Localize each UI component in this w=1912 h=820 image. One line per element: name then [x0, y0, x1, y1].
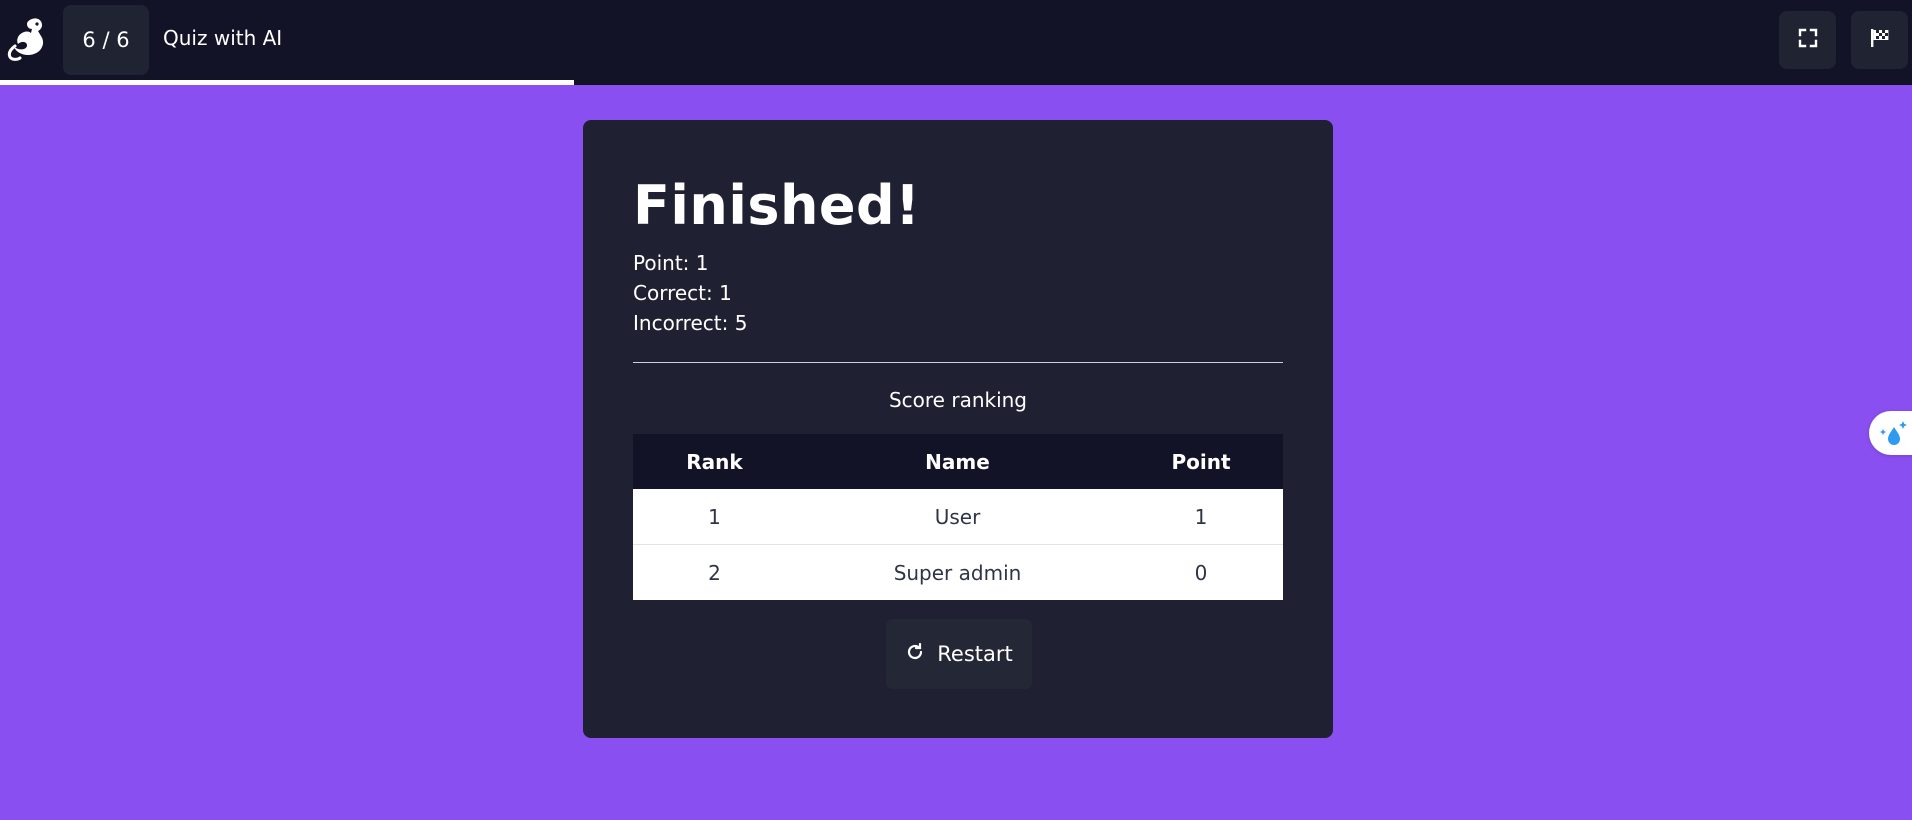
finish-button[interactable] [1851, 11, 1908, 69]
water-drop-sparkle-icon [1880, 421, 1907, 445]
quiz-progress-bar [0, 80, 1912, 85]
point-cell: 0 [1119, 544, 1283, 600]
restart-arrow-icon [905, 642, 925, 667]
table-row: 2 Super admin 0 [633, 544, 1283, 600]
correct-stat: Correct: 1 [633, 281, 732, 305]
name-cell: User [796, 489, 1119, 545]
question-counter: 6 / 6 [63, 5, 149, 75]
divider [633, 362, 1283, 363]
top-bar: 6 / 6 Quiz with AI [0, 0, 1912, 85]
fullscreen-icon [1798, 28, 1818, 52]
column-header-name: Name [796, 434, 1119, 489]
ranking-header-row: Rank Name Point [633, 434, 1283, 489]
column-header-point: Point [1119, 434, 1283, 489]
quiz-progress-fill [0, 80, 574, 85]
column-header-rank: Rank [633, 434, 796, 489]
lizard-logo-icon[interactable] [7, 16, 49, 62]
result-card: Finished! Point: 1 Correct: 1 Incorrect:… [583, 120, 1333, 738]
restart-label: Restart [937, 642, 1013, 666]
checkered-flag-icon [1869, 27, 1891, 53]
rank-cell: 2 [633, 544, 796, 600]
rank-cell: 1 [633, 489, 796, 545]
fullscreen-button[interactable] [1779, 11, 1836, 69]
ranking-table: Rank Name Point 1 User 1 2 Super admin 0 [633, 434, 1283, 600]
incorrect-stat: Incorrect: 5 [633, 311, 748, 335]
assistant-widget-button[interactable] [1869, 411, 1912, 455]
name-cell: Super admin [796, 544, 1119, 600]
quiz-title: Quiz with AI [163, 26, 283, 50]
points-stat: Point: 1 [633, 251, 709, 275]
point-cell: 1 [1119, 489, 1283, 545]
table-row: 1 User 1 [633, 489, 1283, 545]
result-title: Finished! [633, 174, 921, 237]
restart-button[interactable]: Restart [886, 619, 1032, 689]
ranking-caption: Score ranking [888, 388, 1028, 412]
